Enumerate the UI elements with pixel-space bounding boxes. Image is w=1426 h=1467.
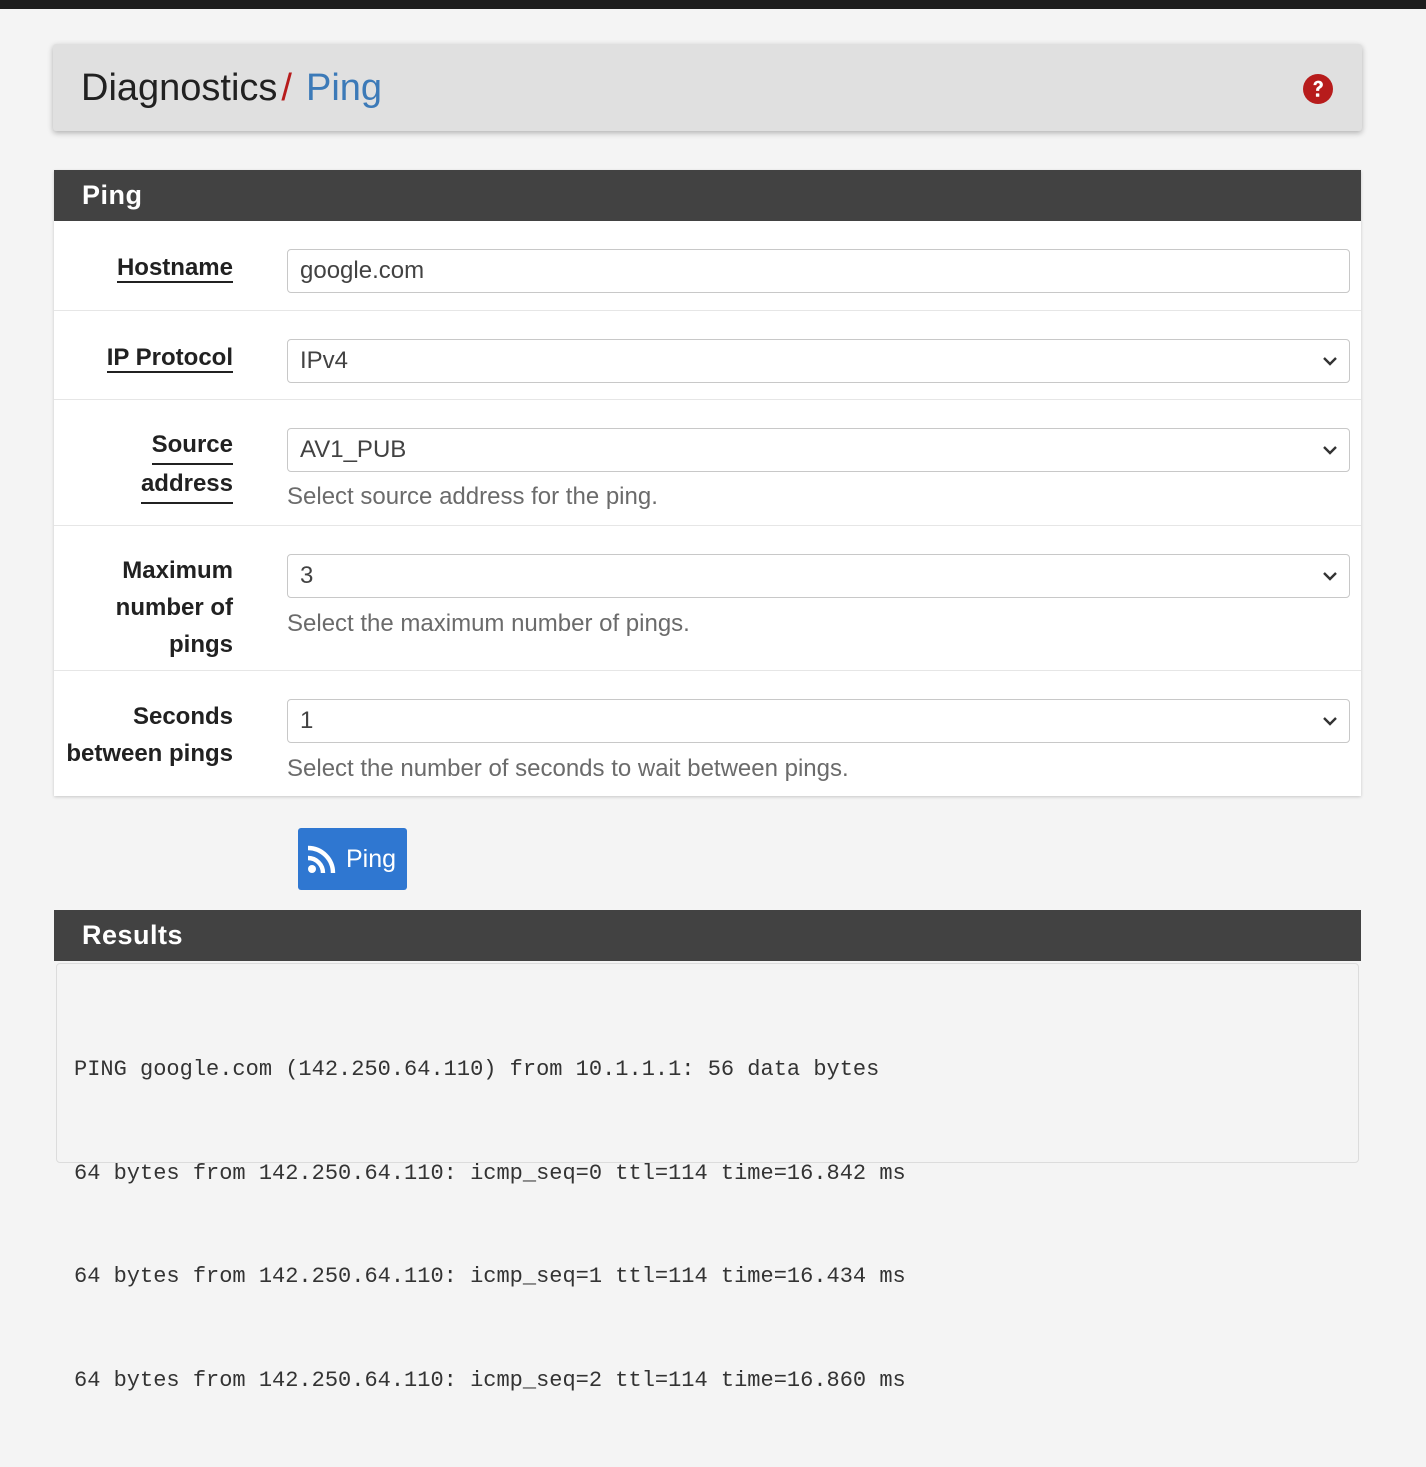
chevron-down-icon <box>1323 572 1337 581</box>
max-pings-select[interactable]: 3 <box>287 554 1350 598</box>
hostname-row: Hostname google.com <box>54 221 1361 311</box>
results-panel-heading: Results <box>54 910 1361 961</box>
source-address-row: Source address AV1_PUB Select source add… <box>54 400 1361 526</box>
ip-protocol-select[interactable]: IPv4 <box>287 339 1350 383</box>
results-line: 64 bytes from 142.250.64.110: icmp_seq=0… <box>74 1160 906 1186</box>
results-panel: Results PING google.com (142.250.64.110)… <box>54 910 1361 1393</box>
ping-button[interactable]: Ping <box>298 828 407 890</box>
source-address-select[interactable]: AV1_PUB <box>287 428 1350 472</box>
breadcrumb-ping[interactable]: Ping <box>306 67 382 109</box>
top-bar <box>0 0 1426 9</box>
max-pings-label-line2: number of <box>115 594 233 621</box>
ping-button-label: Ping <box>346 845 397 873</box>
ip-protocol-row: IP Protocol IPv4 <box>54 311 1361 400</box>
source-address-label-line2[interactable]: address <box>140 465 233 504</box>
hostname-label-text[interactable]: Hostname <box>116 254 233 283</box>
chevron-down-icon <box>1323 446 1337 455</box>
source-address-help: Select source address for the ping. <box>287 483 658 510</box>
question-circle-icon[interactable] <box>1302 73 1334 105</box>
seconds-between-label-line1: Seconds <box>132 703 233 730</box>
seconds-between-help: Select the number of seconds to wait bet… <box>287 755 849 782</box>
ip-protocol-label: IP Protocol <box>106 339 233 376</box>
breadcrumb: Diagnostics / Ping <box>81 66 382 110</box>
breadcrumb-diagnostics[interactable]: Diagnostics <box>81 67 277 109</box>
results-line: PING google.com (142.250.64.110) from 10… <box>74 1057 880 1082</box>
seconds-between-label-line2: between pings <box>66 740 233 767</box>
breadcrumb-separator: / <box>281 67 292 109</box>
max-pings-label-line3: pings <box>169 631 233 658</box>
ip-protocol-value: IPv4 <box>300 347 349 374</box>
chevron-down-icon <box>1323 717 1337 726</box>
max-pings-row: Maximum number of pings 3 Select the max… <box>54 526 1361 671</box>
source-address-label: Source address <box>140 426 233 504</box>
hostname-label: Hostname <box>116 249 233 286</box>
results-line: 64 bytes from 142.250.64.110: icmp_seq=1… <box>74 1264 906 1289</box>
max-pings-label: Maximum number of pings <box>116 552 233 663</box>
max-pings-help: Select the maximum number of pings. <box>287 610 690 637</box>
hostname-input[interactable]: google.com <box>287 249 1350 293</box>
chevron-down-icon <box>1323 357 1337 366</box>
results-line: 64 bytes from 142.250.64.110: icmp_seq=2… <box>74 1367 906 1393</box>
max-pings-label-line1: Maximum <box>122 557 233 584</box>
ip-protocol-label-text[interactable]: IP Protocol <box>106 344 233 373</box>
ping-form-panel: Ping Hostname google.com IP Protocol IPv… <box>54 170 1361 796</box>
source-address-label-line1[interactable]: Source <box>151 426 233 465</box>
seconds-between-select[interactable]: 1 <box>287 699 1350 743</box>
seconds-between-label: Seconds between pings <box>66 698 233 772</box>
seconds-between-row: Seconds between pings 1 Select the numbe… <box>54 671 1361 796</box>
ping-panel-heading: Ping <box>54 170 1361 221</box>
seconds-between-value: 1 <box>300 707 314 734</box>
rss-icon <box>307 845 336 874</box>
page-header: Diagnostics / Ping <box>53 44 1362 131</box>
source-address-value: AV1_PUB <box>300 436 407 463</box>
results-output: PING google.com (142.250.64.110) from 10… <box>56 963 1359 1393</box>
max-pings-value: 3 <box>300 562 314 589</box>
